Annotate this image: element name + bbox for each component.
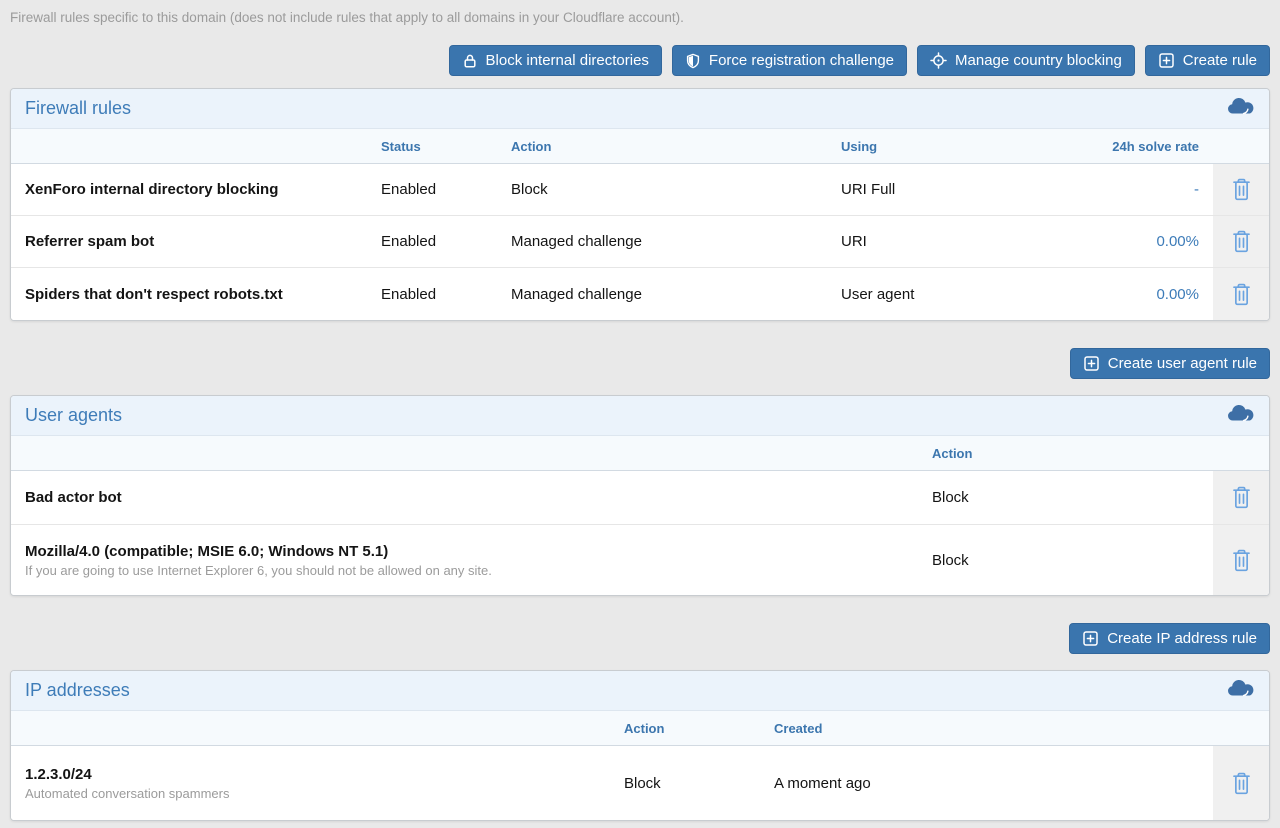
delete-rule-button[interactable] xyxy=(1227,482,1256,513)
table-row: 1.2.3.0/24 Automated conversation spamme… xyxy=(11,746,1269,820)
firewall-rules-panel: Firewall rules Status Action Using 24h s… xyxy=(10,88,1270,321)
row-actions-cell xyxy=(1213,471,1269,524)
panel-title: Firewall rules xyxy=(25,98,131,119)
create-ip-row: Create IP address rule xyxy=(10,623,1270,654)
rule-name: Referrer spam bot xyxy=(11,216,381,267)
status-cell: Enabled xyxy=(381,268,511,320)
page: Firewall rules specific to this domain (… xyxy=(0,0,1280,821)
ip-addresses-panel: IP addresses Action Created 1.2.3.0/24 A… xyxy=(10,670,1270,821)
using-cell: URI Full xyxy=(841,164,1011,215)
row-actions-cell xyxy=(1213,268,1269,320)
block-internal-directories-button[interactable]: Block internal directories xyxy=(449,45,662,76)
action-cell: Block xyxy=(932,525,1213,595)
using-cell: URI xyxy=(841,216,1011,267)
rule-name: Spiders that don't respect robots.txt xyxy=(11,268,381,320)
create-rule-button[interactable]: Create rule xyxy=(1145,45,1270,76)
ip-address: 1.2.3.0/24 xyxy=(25,766,229,783)
panel-title: User agents xyxy=(25,405,122,426)
delete-rule-button[interactable] xyxy=(1227,768,1256,799)
lock-icon xyxy=(462,53,478,69)
plus-square-icon xyxy=(1083,355,1100,372)
table-row: Referrer spam bot Enabled Managed challe… xyxy=(11,216,1269,268)
user-agent-name: Bad actor bot xyxy=(11,471,932,524)
shield-icon xyxy=(685,53,701,69)
cloudflare-cloud-icon xyxy=(1225,404,1255,428)
column-header-action: Action xyxy=(624,721,774,736)
row-actions-cell xyxy=(1213,746,1269,820)
column-header-action: Action xyxy=(932,446,1213,461)
table-row: Mozilla/4.0 (compatible; MSIE 6.0; Windo… xyxy=(11,525,1269,595)
solve-rate-cell: 0.00% xyxy=(1011,216,1213,267)
user-agent-cell: Mozilla/4.0 (compatible; MSIE 6.0; Windo… xyxy=(11,525,932,595)
user-agent-name: Mozilla/4.0 (compatible; MSIE 6.0; Windo… xyxy=(25,543,492,560)
user-agents-header-row: Action xyxy=(11,436,1269,471)
ip-address-cell: 1.2.3.0/24 Automated conversation spamme… xyxy=(11,746,624,820)
user-agents-title-bar: User agents xyxy=(11,396,1269,436)
delete-rule-button[interactable] xyxy=(1227,226,1256,257)
panel-title: IP addresses xyxy=(25,680,130,701)
table-row: XenForo internal directory blocking Enab… xyxy=(11,164,1269,216)
solve-rate-cell: 0.00% xyxy=(1011,268,1213,320)
create-user-agent-row: Create user agent rule xyxy=(10,348,1270,379)
ip-address-description: Automated conversation spammers xyxy=(25,786,229,801)
delete-rule-button[interactable] xyxy=(1227,279,1256,310)
column-header-created: Created xyxy=(774,721,1213,736)
action-cell: Managed challenge xyxy=(511,268,841,320)
row-actions-cell xyxy=(1213,216,1269,267)
created-cell: A moment ago xyxy=(774,746,1213,820)
row-actions-cell xyxy=(1213,164,1269,215)
action-cell: Block xyxy=(624,746,774,820)
user-agent-description: If you are going to use Internet Explore… xyxy=(25,563,492,578)
cloudflare-cloud-icon xyxy=(1225,97,1255,121)
solve-rate-cell: - xyxy=(1011,164,1213,215)
status-cell: Enabled xyxy=(381,164,511,215)
delete-rule-button[interactable] xyxy=(1227,174,1256,205)
ip-addresses-header-row: Action Created xyxy=(11,711,1269,746)
table-row: Bad actor bot Block xyxy=(11,471,1269,525)
user-agents-panel: User agents Action Bad actor bot Block xyxy=(10,395,1270,596)
toolbar: Block internal directories Force registr… xyxy=(10,45,1270,76)
page-description: Firewall rules specific to this domain (… xyxy=(10,9,1270,26)
action-cell: Managed challenge xyxy=(511,216,841,267)
force-registration-challenge-button[interactable]: Force registration challenge xyxy=(672,45,907,76)
button-label: Create IP address rule xyxy=(1107,630,1257,647)
delete-rule-button[interactable] xyxy=(1227,545,1256,576)
firewall-rules-title-bar: Firewall rules xyxy=(11,89,1269,129)
ip-addresses-title-bar: IP addresses xyxy=(11,671,1269,711)
column-header-status: Status xyxy=(381,139,511,154)
rule-name: XenForo internal directory blocking xyxy=(11,164,381,215)
row-actions-cell xyxy=(1213,525,1269,595)
column-header-solve-rate: 24h solve rate xyxy=(1011,139,1213,154)
action-cell: Block xyxy=(932,471,1213,524)
cloudflare-cloud-icon xyxy=(1225,679,1255,703)
using-cell: User agent xyxy=(841,268,1011,320)
button-label: Create user agent rule xyxy=(1108,355,1257,372)
plus-square-icon xyxy=(1158,52,1175,69)
create-user-agent-rule-button[interactable]: Create user agent rule xyxy=(1070,348,1270,379)
firewall-rules-header-row: Status Action Using 24h solve rate xyxy=(11,129,1269,164)
column-header-action: Action xyxy=(511,139,841,154)
status-cell: Enabled xyxy=(381,216,511,267)
crosshair-icon xyxy=(930,52,947,69)
table-row: Spiders that don't respect robots.txt En… xyxy=(11,268,1269,320)
button-label: Block internal directories xyxy=(486,52,649,69)
button-label: Force registration challenge xyxy=(709,52,894,69)
column-header-using: Using xyxy=(841,139,1011,154)
button-label: Manage country blocking xyxy=(955,52,1122,69)
manage-country-blocking-button[interactable]: Manage country blocking xyxy=(917,45,1135,76)
button-label: Create rule xyxy=(1183,52,1257,69)
plus-square-icon xyxy=(1082,630,1099,647)
create-ip-address-rule-button[interactable]: Create IP address rule xyxy=(1069,623,1270,654)
action-cell: Block xyxy=(511,164,841,215)
